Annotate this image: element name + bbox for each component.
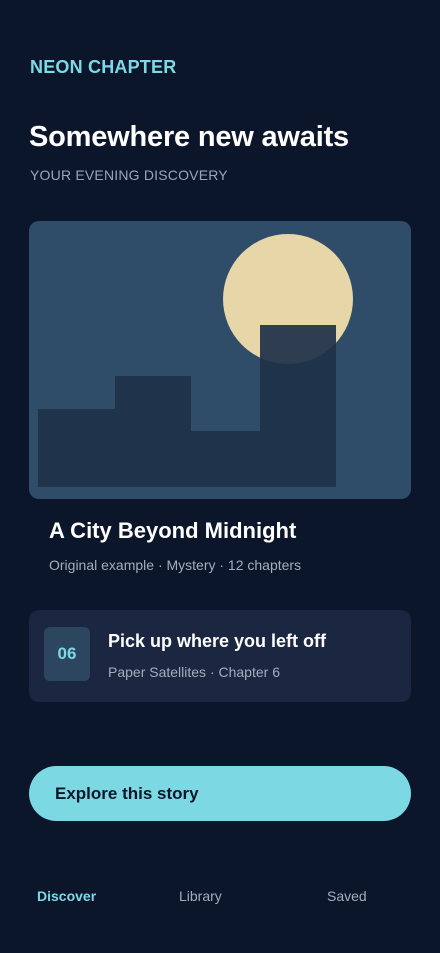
featured-story-title[interactable]: A City Beyond Midnight	[49, 518, 296, 544]
building-mid-low	[191, 431, 260, 487]
nav-tab-saved[interactable]: Saved	[327, 888, 367, 904]
continue-reading-title: Pick up where you left off	[108, 631, 327, 651]
featured-story-meta: Original example · Mystery · 12 chapters	[49, 557, 302, 573]
page-title: Somewhere new awaits	[29, 121, 349, 153]
buildings-group	[38, 325, 336, 487]
continue-reading-card[interactable]: 06 Pick up where you left off Paper Sate…	[29, 610, 411, 702]
building-right-tower	[260, 325, 336, 487]
page-subtitle: YOUR EVENING DISCOVERY	[30, 167, 228, 183]
nav-tab-library[interactable]: Library	[179, 888, 222, 904]
app-brand: NEON CHAPTER	[30, 57, 177, 77]
featured-story-cover[interactable]	[29, 221, 411, 499]
building-mid-tall	[115, 376, 191, 487]
explore-story-button[interactable]: Explore this story	[29, 766, 411, 821]
building-left	[38, 409, 115, 487]
chapter-number-badge: 06	[44, 627, 90, 681]
nav-tab-discover[interactable]: Discover	[37, 888, 96, 904]
city-skyline-illustration	[38, 234, 353, 487]
continue-reading-meta: Paper Satellites · Chapter 6	[108, 664, 280, 680]
